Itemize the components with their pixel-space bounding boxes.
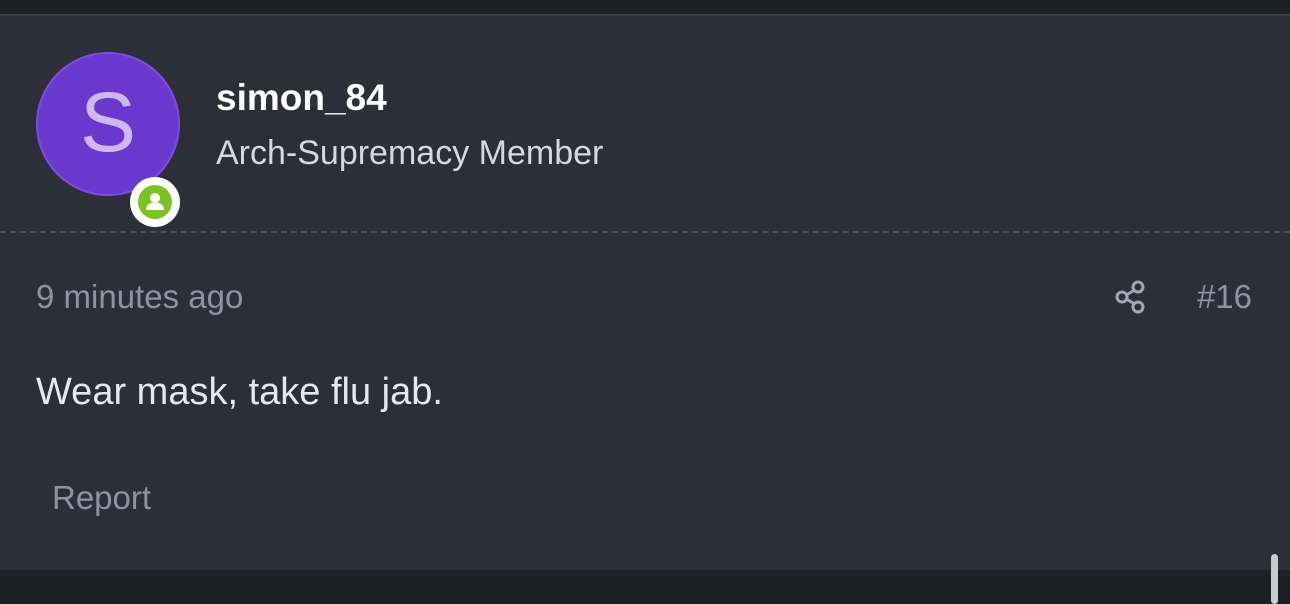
username[interactable]: simon_84	[216, 76, 387, 120]
avatar[interactable]: S	[36, 52, 180, 196]
user-title: Arch-Supremacy Member	[216, 134, 604, 172]
share-icon[interactable]	[1112, 278, 1150, 316]
report-link[interactable]: Report	[52, 478, 151, 518]
post-timestamp[interactable]: 9 minutes ago	[36, 277, 243, 317]
forum-post: S simon_84 Arch-Supremacy Member 9 minut…	[0, 16, 1290, 570]
bottom-separator	[0, 570, 1290, 604]
online-status-badge	[130, 177, 180, 227]
avatar-letter: S	[79, 75, 137, 169]
scrollbar[interactable]	[1271, 554, 1278, 604]
user-circle-icon	[138, 185, 172, 219]
divider	[0, 231, 1290, 233]
top-separator	[0, 0, 1290, 16]
post-body: Wear mask, take flu jab.	[36, 371, 443, 413]
post-number[interactable]: #16	[1197, 277, 1252, 317]
